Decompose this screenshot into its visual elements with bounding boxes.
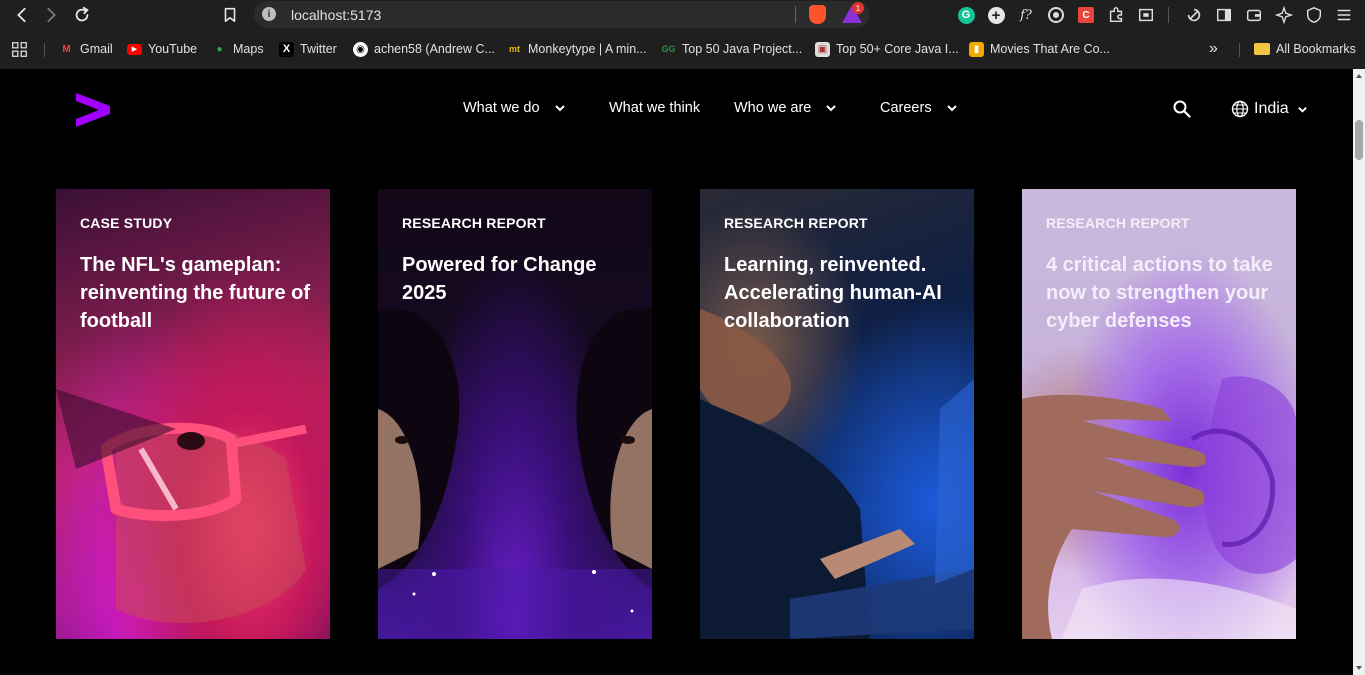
page-content: What we do What we think Who we are Care… (0, 69, 1353, 675)
card-image-laptop (700, 309, 974, 639)
maps-icon: ● (216, 43, 223, 55)
chevron-down-icon (946, 105, 957, 112)
sidebar-toggle-icon[interactable] (1214, 5, 1234, 25)
wallet-icon[interactable] (1244, 5, 1264, 25)
arrow-right-icon (47, 7, 56, 23)
bookmark-twitter[interactable]: X Twitter (279, 40, 337, 58)
bookmark-java-projects[interactable]: GG Top 50 Java Project... (661, 40, 802, 58)
x-icon: X (279, 41, 294, 57)
screen-capture-icon[interactable] (1136, 5, 1156, 25)
apps-grid-icon[interactable] (11, 40, 28, 58)
more-bookmarks-icon[interactable]: » (1209, 40, 1218, 58)
card-tag: RESEARCH REPORT (1046, 215, 1190, 231)
card-tag: RESEARCH REPORT (402, 215, 546, 231)
bookmark-gmail[interactable]: M Gmail (59, 40, 112, 58)
gmail-icon: M (62, 43, 71, 55)
url-text: localhost:5173 (291, 7, 382, 23)
youtube-icon: ▶ (127, 43, 142, 55)
card-title[interactable]: 4 critical actions to take now to streng… (1046, 251, 1278, 335)
language-label: India (1254, 100, 1289, 117)
reload-button[interactable] (71, 4, 93, 26)
bookmark-site-icon: ▣ (815, 41, 830, 57)
notification-badge: 1 (852, 2, 864, 14)
leo-icon[interactable] (1184, 5, 1204, 25)
chevron-down-icon (554, 105, 565, 112)
forward-button[interactable] (40, 4, 62, 26)
red-extension-icon[interactable]: C (1076, 5, 1096, 25)
nav-careers[interactable]: Careers (880, 100, 958, 116)
arrow-left-icon (17, 7, 26, 23)
card-image-hand (1022, 376, 1296, 639)
folder-icon (1254, 43, 1270, 55)
site-info-icon[interactable]: i (262, 7, 276, 21)
card-tag: RESEARCH REPORT (724, 215, 868, 231)
github-icon: ◉ (353, 41, 368, 57)
bookmark-maps[interactable]: ● Maps (212, 40, 263, 58)
vpn-shield-icon[interactable] (1304, 5, 1324, 25)
menu-icon[interactable] (1334, 5, 1354, 25)
reload-icon (75, 6, 89, 22)
globe-icon (1231, 100, 1249, 118)
card-cyber-defenses[interactable]: RESEARCH REPORT 4 critical actions to tak… (1022, 189, 1296, 639)
chevron-down-icon (826, 105, 837, 112)
language-selector[interactable]: India (1231, 100, 1308, 118)
browser-toolbar: i localhost:5173 1 G + f? C (0, 0, 1365, 30)
card-powered-for-change[interactable]: RESEARCH REPORT Powered for Change 2025 (378, 189, 652, 639)
bookmarks-divider (44, 43, 45, 57)
card-title[interactable]: The NFL's gameplan: reinventing the futu… (80, 251, 312, 335)
bookmark-site-icon: ▮ (969, 41, 984, 57)
geeksforgeeks-icon: GG (661, 44, 676, 54)
bookmarks-divider (1239, 43, 1240, 57)
accenture-logo[interactable] (76, 93, 110, 127)
chevron-down-icon (1297, 106, 1307, 113)
scrollbar-thumb[interactable] (1355, 120, 1363, 160)
bookmark-movies[interactable]: ▮ Movies That Are Co... (969, 40, 1110, 58)
grammarly-icon[interactable]: G (956, 5, 976, 25)
address-bar[interactable]: i localhost:5173 1 (254, 1, 870, 28)
nav-who-we-are[interactable]: Who we are (734, 100, 837, 116)
target-extension-icon[interactable] (1046, 5, 1066, 25)
scroll-down-icon[interactable] (1356, 666, 1362, 670)
card-nfl-case-study[interactable]: CASE STUDY The NFL's gameplan: reinventin… (56, 189, 330, 639)
add-extension-icon[interactable]: + (986, 5, 1006, 25)
bookmark-icon (224, 7, 236, 23)
bookmark-page-button[interactable] (219, 4, 241, 26)
all-bookmarks[interactable]: All Bookmarks (1254, 40, 1356, 58)
search-icon[interactable] (1173, 100, 1191, 118)
monkeytype-icon: mt (509, 44, 520, 54)
card-learning-reinvented[interactable]: RESEARCH REPORT Learning, reinvented. Acc… (700, 189, 974, 639)
bookmarks-bar: M Gmail ▶ YouTube ● Maps X Twitter ◉ achen58 … (0, 36, 1365, 62)
puzzle-extensions-icon[interactable] (1106, 5, 1126, 25)
toolbar-divider (1168, 7, 1169, 23)
nav-what-we-do[interactable]: What we do (463, 100, 566, 116)
card-title[interactable]: Learning, reinvented. Accelerating human… (724, 251, 956, 335)
browser-chrome: i localhost:5173 1 G + f? C M Gmail ▶ Yo… (0, 0, 1365, 69)
scroll-up-icon[interactable] (1356, 74, 1362, 78)
bookmark-core-java[interactable]: ▣ Top 50+ Core Java I... (815, 40, 959, 58)
bookmark-youtube[interactable]: ▶ YouTube (127, 40, 197, 58)
bookmark-monkeytype[interactable]: mt Monkeytype | A min... (507, 40, 647, 58)
formula-extension-icon[interactable]: f? (1016, 5, 1036, 25)
card-image-faces (378, 309, 652, 639)
page-scrollbar[interactable] (1353, 69, 1365, 675)
bookmark-github[interactable]: ◉ achen58 (Andrew C... (353, 40, 495, 58)
ai-sparkle-icon[interactable] (1274, 5, 1294, 25)
back-button[interactable] (11, 4, 33, 26)
nav-what-we-think[interactable]: What we think (609, 100, 700, 116)
card-title[interactable]: Powered for Change 2025 (402, 251, 634, 307)
card-image-glasses (56, 389, 307, 624)
omnibox-divider (795, 6, 796, 23)
brave-shield-icon[interactable] (809, 5, 826, 24)
card-tag: CASE STUDY (80, 215, 173, 231)
